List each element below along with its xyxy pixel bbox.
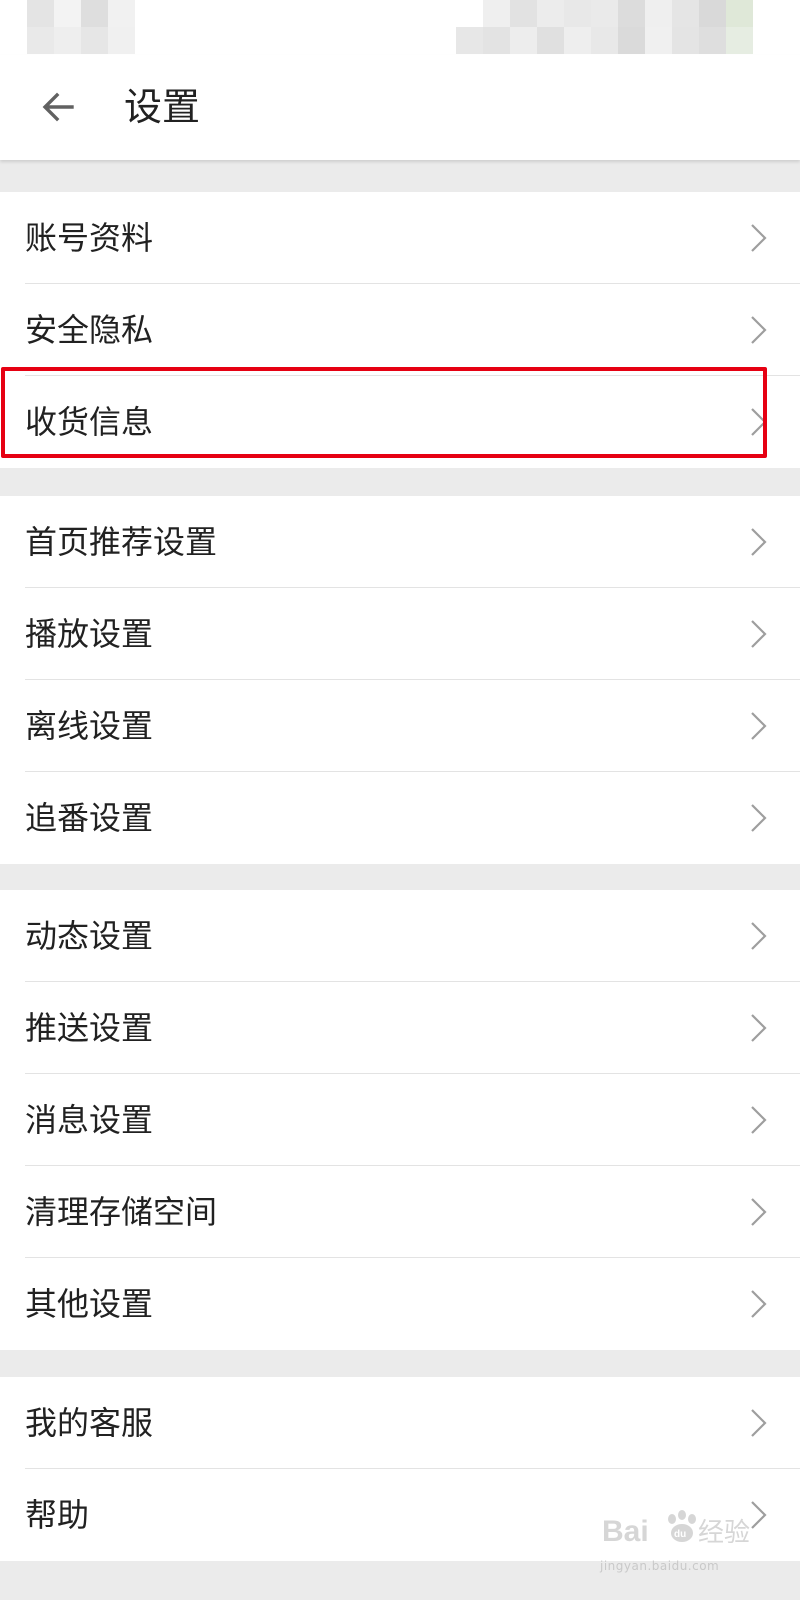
arrow-left-icon — [42, 92, 74, 122]
settings-item-label: 我的客服 — [25, 1404, 154, 1442]
settings-item-label: 账号资料 — [25, 219, 154, 257]
chevron-right-icon — [751, 224, 767, 252]
settings-item-label: 帮助 — [25, 1496, 90, 1534]
settings-item-home-recommend-settings[interactable]: 首页推荐设置 — [0, 496, 800, 588]
settings-item-message-settings[interactable]: 消息设置 — [0, 1074, 800, 1166]
settings-page: 设置 账号资料安全隐私收货信息首页推荐设置 播放设置离线设置追番设置动态设置推送设… — [0, 0, 800, 1600]
settings-item-feed-settings[interactable]: 动态设置 — [0, 890, 800, 982]
settings-item-label: 离线设置 — [25, 707, 154, 745]
settings-item-label: 动态设置 — [25, 917, 154, 955]
back-button[interactable] — [28, 77, 88, 137]
chevron-right-icon — [751, 1106, 767, 1134]
status-bar — [0, 0, 800, 55]
chevron-right-icon — [751, 712, 767, 740]
settings-item-label: 收货信息 — [25, 403, 154, 441]
chevron-right-icon — [751, 1409, 767, 1437]
settings-item-account-profile[interactable]: 账号资料 — [0, 192, 800, 284]
settings-item-label: 播放设置 — [25, 615, 154, 653]
settings-group: 我的客服 帮助 — [0, 1377, 800, 1561]
settings-item-playback-settings[interactable]: 播放设置 — [0, 588, 800, 680]
chevron-right-icon — [751, 1501, 767, 1529]
settings-item-follow-settings[interactable]: 追番设置 — [0, 772, 800, 864]
settings-item-label: 首页推荐设置 — [25, 523, 218, 561]
settings-group: 账号资料安全隐私收货信息 — [0, 192, 800, 468]
settings-item-push-settings[interactable]: 推送设置 — [0, 982, 800, 1074]
settings-item-other-settings[interactable]: 其他设置 — [0, 1258, 800, 1350]
settings-item-security-privacy[interactable]: 安全隐私 — [0, 284, 800, 376]
chevron-right-icon — [751, 528, 767, 556]
chevron-right-icon — [751, 620, 767, 648]
settings-item-label: 安全隐私 — [25, 311, 154, 349]
settings-item-label: 消息设置 — [25, 1101, 154, 1139]
settings-item-shipping-info[interactable]: 收货信息 — [0, 376, 800, 468]
settings-group: 动态设置推送设置消息设置清理存储空间 其他设置 — [0, 890, 800, 1350]
settings-item-my-customer-service[interactable]: 我的客服 — [0, 1377, 800, 1469]
chevron-right-icon — [751, 316, 767, 344]
page-title: 设置 — [124, 85, 201, 129]
settings-item-label: 其他设置 — [25, 1285, 154, 1323]
settings-item-help[interactable]: 帮助 — [0, 1469, 800, 1561]
chevron-right-icon — [751, 1014, 767, 1042]
chevron-right-icon — [751, 1290, 767, 1318]
settings-group: 首页推荐设置 播放设置离线设置追番设置 — [0, 496, 800, 864]
chevron-right-icon — [751, 922, 767, 950]
settings-item-label: 清理存储空间 — [25, 1193, 218, 1231]
chevron-right-icon — [751, 804, 767, 832]
chevron-right-icon — [751, 408, 767, 436]
settings-item-clear-storage[interactable]: 清理存储空间 — [0, 1166, 800, 1258]
settings-item-label: 追番设置 — [25, 799, 154, 837]
settings-item-offline-settings[interactable]: 离线设置 — [0, 680, 800, 772]
app-header: 设置 — [0, 55, 800, 160]
watermark-url: jingyan.baidu.com — [600, 1559, 720, 1573]
chevron-right-icon — [751, 1198, 767, 1226]
settings-item-label: 推送设置 — [25, 1009, 154, 1047]
